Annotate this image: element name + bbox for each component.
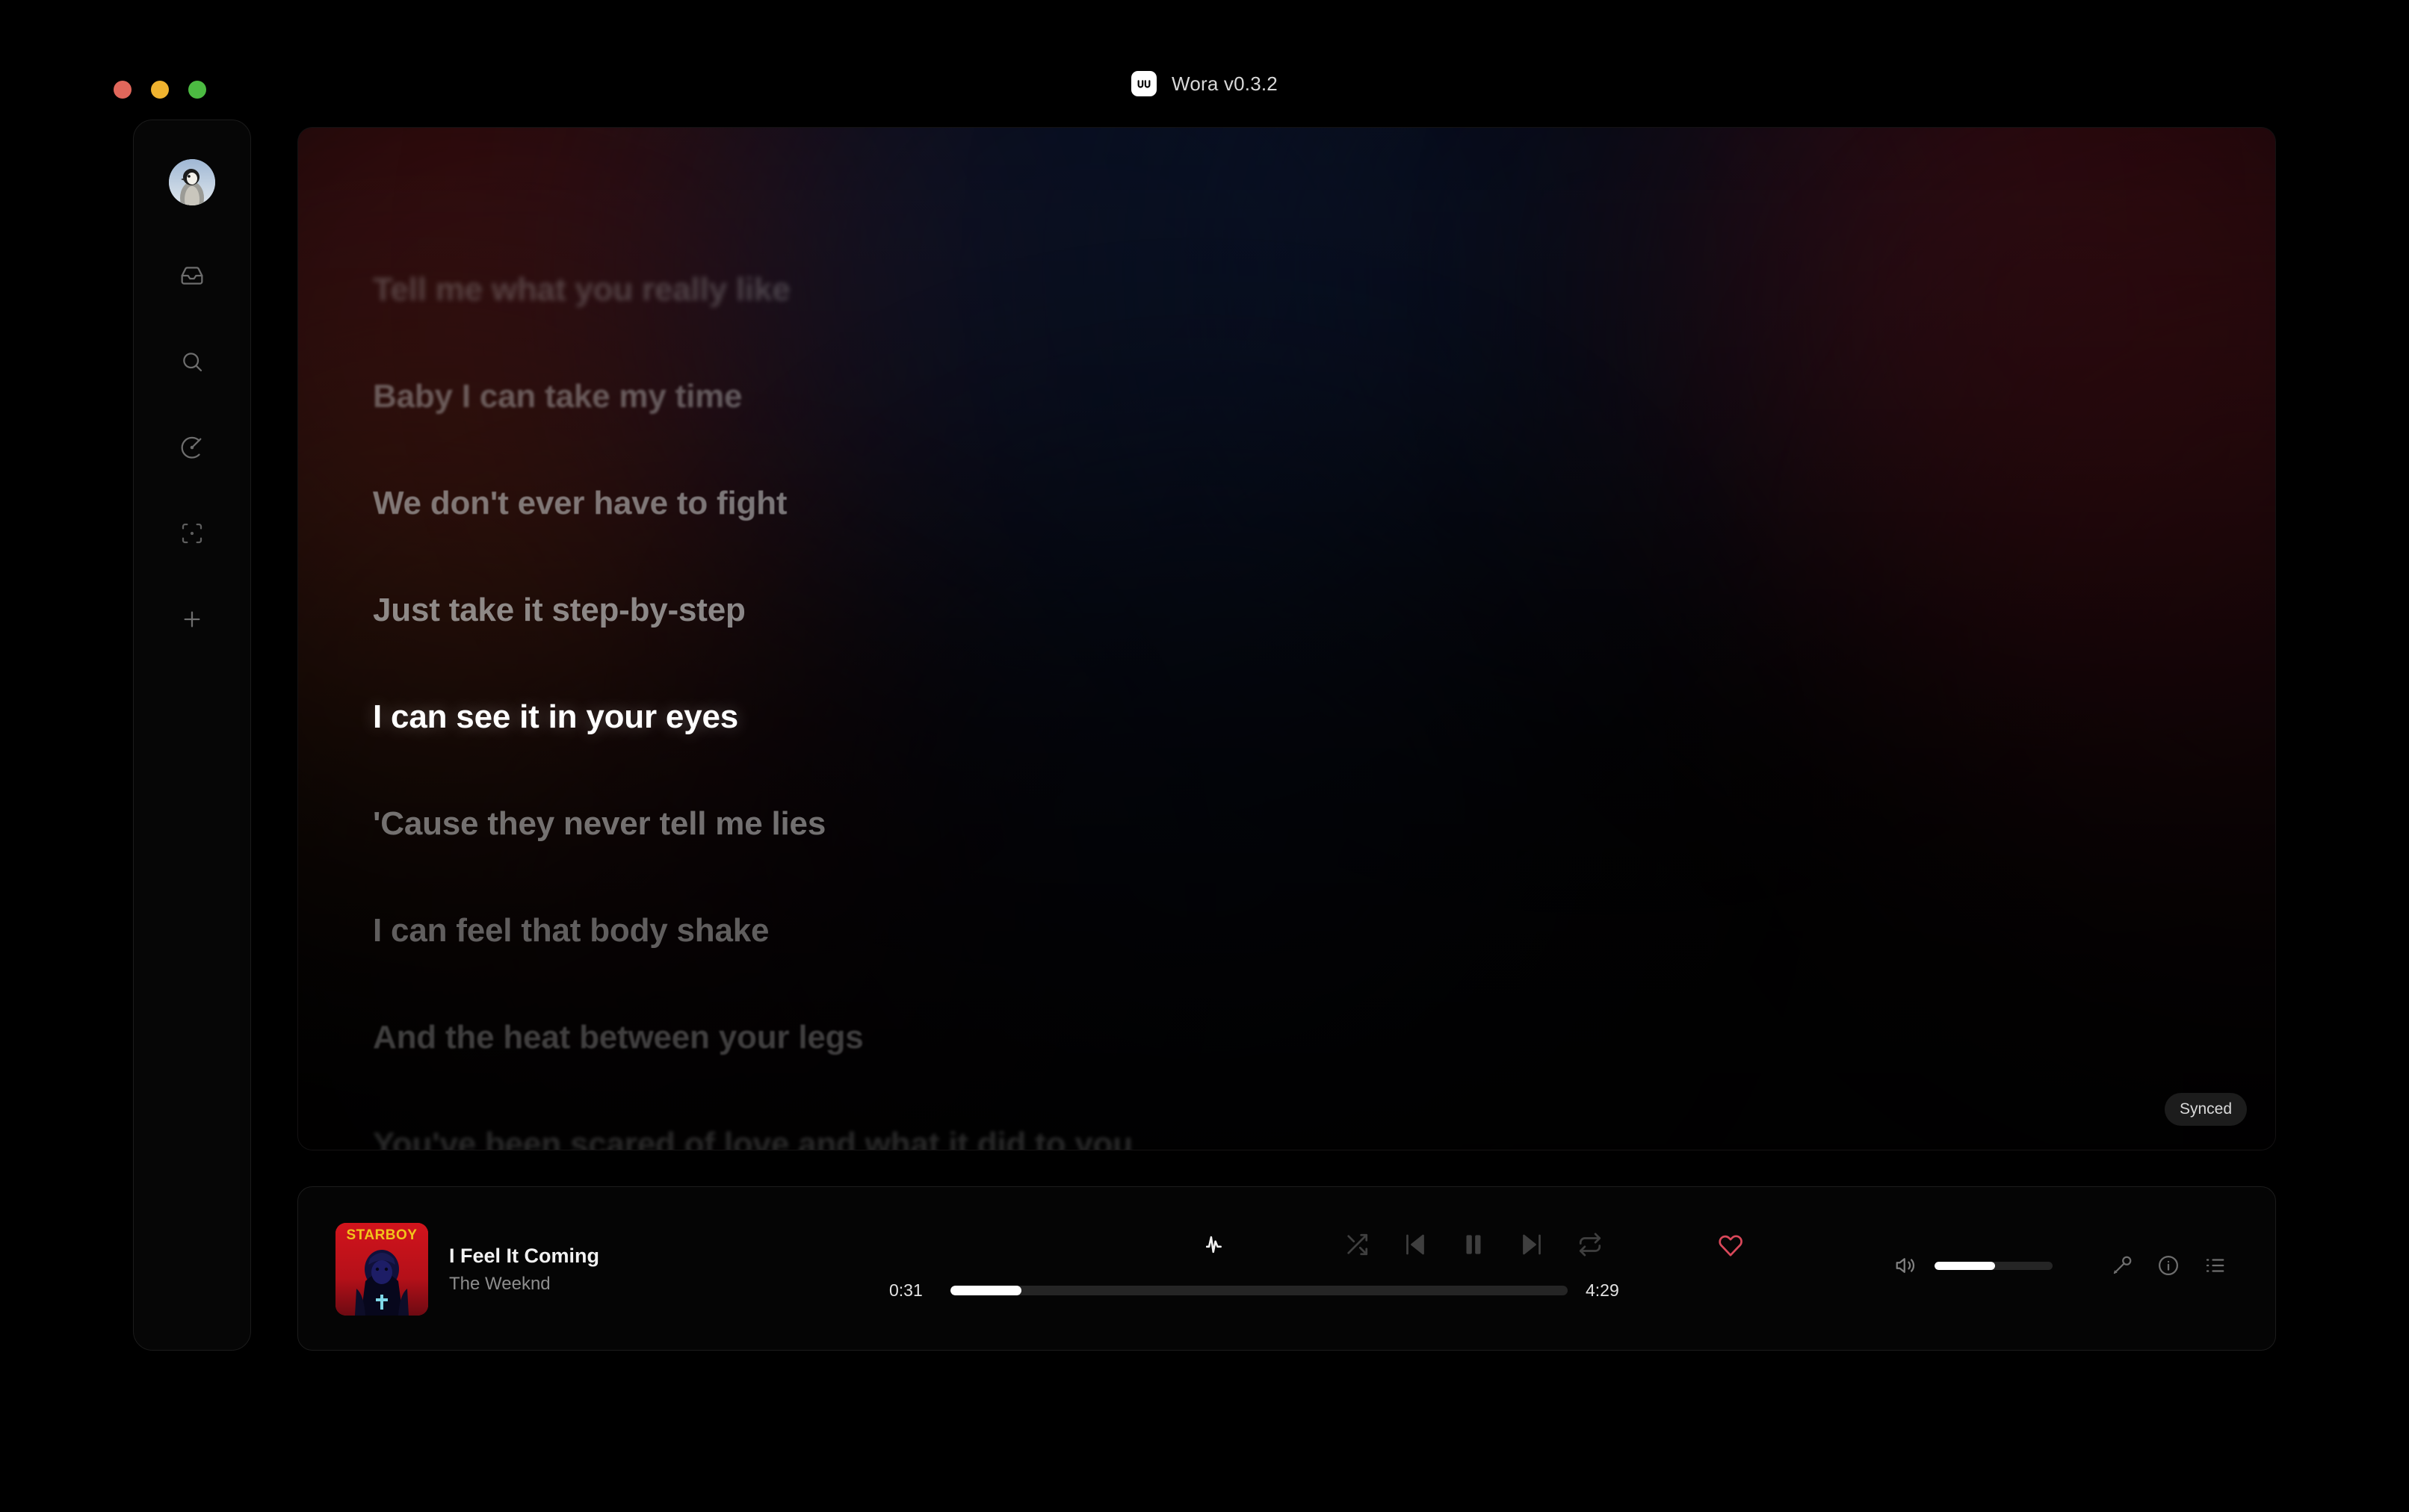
svg-text:STARBOY: STARBOY xyxy=(347,1227,418,1243)
now-playing-text: I Feel It Coming The Weeknd xyxy=(449,1245,599,1295)
sidebar-item-add[interactable] xyxy=(171,598,213,640)
lyric-line[interactable]: Tell me what you really like xyxy=(373,273,2275,306)
volume-icon[interactable] xyxy=(1882,1242,1929,1289)
microphone-icon[interactable] xyxy=(2099,1242,2145,1289)
now-playing[interactable]: STARBOY I Feel It Coming The Weeknd xyxy=(335,1223,599,1316)
pause-icon[interactable] xyxy=(1444,1218,1503,1271)
sidebar-item-now-playing[interactable] xyxy=(171,512,213,554)
sidebar-item-library[interactable] xyxy=(171,255,213,297)
queue-list-icon[interactable] xyxy=(2192,1242,2238,1289)
repeat-icon[interactable] xyxy=(1561,1218,1619,1271)
lyric-line[interactable]: 'Cause they never tell me lies xyxy=(373,808,2275,840)
user-avatar[interactable] xyxy=(169,159,215,205)
audio-lines-icon[interactable] xyxy=(1187,1218,1246,1271)
duration-time: 4:29 xyxy=(1586,1280,1619,1300)
album-art[interactable]: STARBOY xyxy=(335,1223,428,1316)
lyric-line-active[interactable]: I can see it in your eyes xyxy=(373,701,2275,734)
window-title: Wora v0.3.2 xyxy=(1172,72,1278,95)
lyric-line[interactable]: We don't ever have to fight xyxy=(373,487,2275,520)
lyric-line[interactable]: I can feel that body shake xyxy=(373,914,2275,947)
heart-icon[interactable] xyxy=(1701,1218,1760,1271)
window-title-group: Wora v0.3.2 xyxy=(0,71,2409,96)
player-bar: STARBOY I Feel It Coming The Weeknd xyxy=(297,1186,2276,1351)
shuffle-icon[interactable] xyxy=(1328,1218,1386,1271)
lyric-line[interactable]: Baby I can take my time xyxy=(373,380,2275,413)
wora-app-window: Wora v0.3.2 Tell me what you really like… xyxy=(0,0,2409,1512)
secondary-controls xyxy=(1882,1242,2238,1289)
wora-logo-icon xyxy=(1131,71,1157,96)
next-track-icon[interactable] xyxy=(1503,1218,1561,1271)
seek-bar: 0:31 4:29 xyxy=(889,1280,1629,1301)
lyrics-panel: Tell me what you really like Baby I can … xyxy=(297,127,2276,1150)
sidebar-item-playlists[interactable] xyxy=(171,427,213,468)
transport-controls xyxy=(1187,1218,1760,1271)
lyric-line[interactable]: You've been scared of love and what it d… xyxy=(373,1128,2275,1150)
lyric-line[interactable]: And the heat between your legs xyxy=(373,1021,2275,1054)
sidebar-nav xyxy=(171,255,213,640)
sidebar-item-search[interactable] xyxy=(171,341,213,382)
elapsed-time: 0:31 xyxy=(889,1280,923,1300)
lyrics-list[interactable]: Tell me what you really like Baby I can … xyxy=(298,128,2275,1150)
info-icon[interactable] xyxy=(2145,1242,2192,1289)
status-badge: Synced xyxy=(2164,1093,2247,1126)
volume-slider[interactable] xyxy=(1935,1261,2053,1270)
sidebar xyxy=(133,120,251,1351)
track-artist: The Weeknd xyxy=(449,1273,551,1294)
lyric-line[interactable]: Just take it step-by-step xyxy=(373,594,2275,627)
previous-track-icon[interactable] xyxy=(1386,1218,1444,1271)
track-title: I Feel It Coming xyxy=(449,1244,600,1267)
progress-slider[interactable] xyxy=(950,1286,1568,1295)
